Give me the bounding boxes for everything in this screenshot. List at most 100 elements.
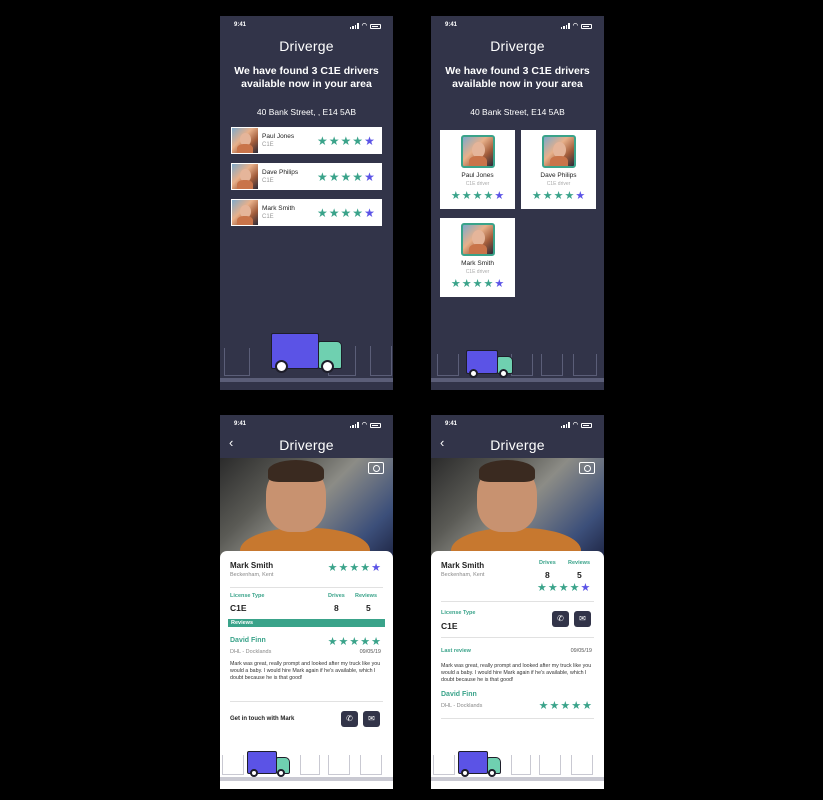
- phone-button[interactable]: ✆: [341, 711, 358, 727]
- profile-sheet: Mark Smith Beckenham, Kent ★ ★ ★ ★ ★ License…: [220, 551, 393, 789]
- house-icon: [511, 354, 533, 376]
- star-icon: ★: [317, 205, 328, 220]
- mail-button[interactable]: ✉: [363, 711, 380, 727]
- driver-row-mark-smith[interactable]: Mark Smith C1E ★ ★ ★ ★ ★: [231, 199, 382, 226]
- house-icon: [222, 755, 244, 775]
- road: [220, 378, 393, 382]
- driver-name: Mark Smith: [441, 561, 485, 570]
- wifi-icon: ◠: [572, 23, 578, 29]
- house-icon: [541, 354, 563, 376]
- phone-button[interactable]: ✆: [552, 611, 569, 627]
- rating-stars: ★ ★ ★ ★ ★: [328, 562, 381, 574]
- camera-icon[interactable]: [368, 462, 384, 474]
- star-icon: ★: [327, 636, 338, 648]
- driver-name: Paul Jones: [461, 172, 494, 179]
- search-address: 40 Bank Street, E14 5AB: [470, 107, 565, 117]
- status-bar: 9:41 ◠: [445, 22, 592, 32]
- house-icon: [571, 755, 593, 775]
- star-icon: ★: [338, 562, 349, 574]
- battery-icon: [370, 422, 381, 428]
- signal-icon: [349, 23, 359, 29]
- avatar: [461, 135, 495, 168]
- star-icon: ★: [531, 190, 542, 202]
- app-title: Driverge: [279, 38, 334, 54]
- star-icon: ★: [483, 190, 494, 202]
- star-icon: ★: [564, 190, 575, 202]
- battery-icon: [581, 23, 592, 29]
- star-icon: ★: [364, 205, 375, 220]
- status-time: 9:41: [445, 421, 458, 427]
- driver-licence: C1E driver: [465, 269, 490, 275]
- license-type-value: C1E: [230, 603, 247, 613]
- road: [431, 378, 604, 382]
- app-title: Driverge: [490, 437, 545, 453]
- house-icon: [511, 755, 531, 775]
- battery-icon: [581, 422, 592, 428]
- driver-row-dave-philips[interactable]: Dave Philips C1E ★ ★ ★ ★ ★: [231, 163, 382, 190]
- house-icon: [328, 755, 350, 775]
- driver-row-paul-jones[interactable]: Paul Jones C1E ★ ★ ★ ★ ★: [231, 127, 382, 154]
- house-icon: [370, 346, 392, 376]
- star-icon: ★: [360, 562, 371, 574]
- star-icon: ★: [472, 190, 483, 202]
- star-icon: ★: [537, 582, 547, 594]
- star-icon: ★: [582, 700, 592, 712]
- reviewer-company: DHL - Docklands: [230, 649, 272, 655]
- driver-card-mark-smith[interactable]: Mark Smith C1E driver ★ ★ ★ ★ ★: [440, 218, 515, 297]
- star-icon: ★: [575, 190, 586, 202]
- avatar: [542, 135, 576, 168]
- signal-icon: [349, 422, 359, 428]
- star-icon: ★: [349, 562, 360, 574]
- star-icon: ★: [571, 700, 582, 712]
- star-icon: ★: [340, 169, 352, 184]
- star-icon: ★: [352, 205, 364, 220]
- star-icon: ★: [317, 169, 328, 184]
- license-type-label: License Type: [441, 610, 476, 616]
- rating-stars: ★ ★ ★ ★ ★: [317, 135, 375, 147]
- street-illustration: [431, 739, 604, 789]
- wifi-icon: ◠: [361, 422, 367, 428]
- status-time: 9:41: [234, 22, 247, 28]
- driver-photo: [431, 458, 604, 563]
- reviewer-company: DHL - Docklands: [441, 703, 483, 709]
- star-icon: ★: [371, 636, 381, 648]
- driver-photo: [220, 458, 393, 563]
- rating-stars: ★ ★ ★ ★ ★: [521, 190, 596, 202]
- rating-stars: ★ ★ ★ ★ ★: [440, 278, 515, 290]
- star-icon: ★: [327, 562, 338, 574]
- truck-icon: [271, 333, 343, 373]
- review-text: Mark was great, really prompt and looked…: [441, 663, 592, 684]
- star-icon: ★: [547, 582, 558, 594]
- star-icon: ★: [352, 133, 364, 148]
- mail-button[interactable]: ✉: [574, 611, 591, 627]
- star-icon: ★: [317, 133, 328, 148]
- rating-stars: ★ ★ ★ ★ ★: [537, 582, 590, 594]
- star-icon: ★: [494, 278, 505, 290]
- reviewer-name: David Finn: [230, 637, 266, 644]
- star-icon: ★: [461, 278, 472, 290]
- driver-name: Dave Philips: [540, 172, 577, 179]
- drives-label: Drives: [328, 593, 345, 599]
- street-illustration: [220, 739, 393, 789]
- driver-card-dave-philips[interactable]: Dave Philips C1E driver ★ ★ ★ ★ ★: [521, 130, 596, 209]
- signal-icon: [560, 23, 570, 29]
- driver-card-paul-jones[interactable]: Paul Jones C1E driver ★ ★ ★ ★ ★: [440, 130, 515, 209]
- house-icon: [360, 755, 382, 775]
- star-icon: ★: [371, 562, 381, 574]
- star-icon: ★: [560, 700, 571, 712]
- avatar: [232, 128, 258, 153]
- license-type-value: C1E: [441, 621, 458, 631]
- app-title: Driverge: [279, 437, 334, 453]
- driver-name: Mark Smith: [262, 205, 295, 212]
- avatar: [461, 223, 495, 256]
- driver-licence: C1E driver: [546, 181, 571, 187]
- drives-value: 8: [545, 570, 550, 580]
- battery-icon: [370, 23, 381, 29]
- driver-location: Beckenham, Kent: [441, 572, 485, 578]
- app-title: Driverge: [490, 38, 545, 54]
- camera-icon[interactable]: [579, 462, 595, 474]
- house-icon: [539, 755, 561, 775]
- review-date: 09/05/19: [570, 648, 592, 654]
- star-icon: ★: [542, 190, 553, 202]
- star-icon: ★: [461, 190, 472, 202]
